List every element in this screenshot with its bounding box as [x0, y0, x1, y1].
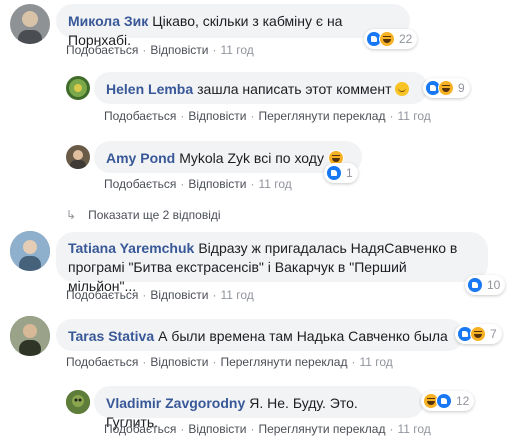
timestamp[interactable]: 11 год	[397, 109, 430, 123]
comment-author[interactable]: Helen Lemba	[106, 81, 193, 97]
comment-bubble: Amy Pond Mykola Zyk всі по ходу	[94, 141, 362, 173]
comment-actions: Подобається · Відповісти · 11 год	[66, 288, 254, 302]
timestamp[interactable]: 11 год	[359, 355, 392, 369]
reaction-summary[interactable]: 9	[423, 78, 470, 98]
comment-text: зашла написать этот коммент	[197, 81, 392, 97]
reaction-summary[interactable]: 12	[421, 391, 475, 411]
comment-actions: Подобається · Відповісти · Переглянути перек…	[104, 422, 431, 436]
like-link[interactable]: Подобається	[66, 288, 138, 302]
comment-actions: Подобається · Відповісти · 11 год	[66, 43, 254, 57]
reaction-summary[interactable]: 1	[324, 163, 358, 183]
comment-author[interactable]: Amy Pond	[106, 150, 175, 166]
reply-link[interactable]: Відповісти	[150, 288, 208, 302]
avatar[interactable]	[10, 231, 50, 271]
reaction-count: 1	[346, 166, 353, 180]
reply-link[interactable]: Відповісти	[188, 422, 246, 436]
like-link[interactable]: Подобається	[104, 422, 176, 436]
like-icon	[467, 277, 483, 293]
comment-bubble: Helen Lemba зашла написать этот коммент	[94, 72, 428, 104]
show-more-replies-label: Показати ще 2 відповіді	[88, 208, 221, 222]
comment-author[interactable]: Taras Stativa	[68, 328, 154, 344]
reaction-summary[interactable]: 7	[455, 324, 502, 344]
avatar[interactable]	[66, 390, 90, 414]
reaction-summary[interactable]: 10	[465, 275, 506, 295]
avatar[interactable]	[10, 4, 50, 44]
like-link[interactable]: Подобається	[104, 177, 176, 191]
comment-author[interactable]: Tatiana Yaremchuk	[68, 240, 194, 256]
show-more-replies-link[interactable]: ↳ Показати ще 2 відповіді	[66, 208, 221, 222]
see-translation-link[interactable]: Переглянути переклад	[258, 109, 385, 123]
reaction-count: 22	[399, 32, 413, 46]
comment-text: Mykola Zyk всі по ходу	[179, 150, 324, 166]
see-translation-link[interactable]: Переглянути переклад	[220, 355, 347, 369]
smile-emoji-icon	[395, 82, 410, 96]
like-link[interactable]: Подобається	[66, 43, 138, 57]
comment-actions: Подобається · Відповісти · Переглянути перек…	[104, 109, 431, 123]
comment-bubble: Vladimir Zavgorodny Я. Не. Буду. Это. Гуг…	[94, 386, 424, 430]
like-icon	[326, 165, 342, 181]
comment-author[interactable]: Vladimir Zavgorodny	[106, 395, 245, 411]
reaction-summary[interactable]: 22	[364, 29, 418, 49]
reaction-count: 10	[487, 278, 501, 292]
reaction-count: 12	[456, 394, 470, 408]
comment-actions: Подобається · Відповісти · Переглянути перек…	[66, 355, 393, 369]
comment-text: А были времена там Надька Савченко была	[158, 328, 448, 344]
avatar[interactable]	[66, 145, 90, 169]
comment-bubble: Taras Stativa А были времена там Надька С…	[56, 319, 464, 351]
timestamp[interactable]: 11 год	[397, 422, 430, 436]
comment-author[interactable]: Микола Зик	[68, 13, 148, 29]
comment-bubble: Tatiana Yaremchuk Відразу ж пригадалась Н…	[56, 232, 488, 294]
reply-link[interactable]: Відповісти	[188, 177, 246, 191]
haha-icon	[379, 31, 395, 47]
like-link[interactable]: Подобається	[66, 355, 138, 369]
avatar[interactable]	[66, 76, 90, 100]
timestamp[interactable]: 11 год	[220, 288, 253, 302]
haha-icon	[470, 326, 486, 342]
reply-link[interactable]: Відповісти	[150, 43, 208, 57]
reply-link[interactable]: Відповісти	[150, 355, 208, 369]
see-translation-link[interactable]: Переглянути переклад	[258, 422, 385, 436]
reaction-count: 7	[490, 327, 497, 341]
comment-bubble: Микола Зик Цікаво, скільки з кабміну є на…	[56, 4, 410, 48]
reply-arrow-icon: ↳	[66, 208, 77, 222]
avatar[interactable]	[10, 316, 50, 356]
timestamp[interactable]: 11 год	[258, 177, 291, 191]
like-link[interactable]: Подобається	[104, 109, 176, 123]
haha-icon	[438, 80, 454, 96]
timestamp[interactable]: 11 год	[220, 43, 253, 57]
comment-actions: Подобається · Відповісти · 11 год	[104, 177, 292, 191]
like-icon	[436, 393, 452, 409]
reaction-count: 9	[458, 81, 465, 95]
reply-link[interactable]: Відповісти	[188, 109, 246, 123]
